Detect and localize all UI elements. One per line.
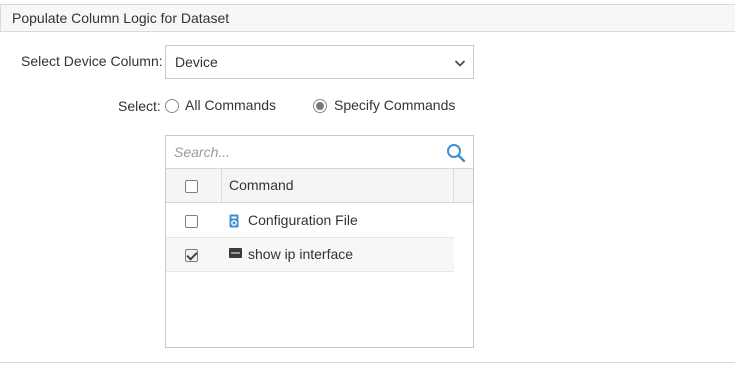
chevron-down-icon — [454, 60, 466, 67]
command-list-panel: Command Configuration File show ip inter… — [165, 135, 474, 348]
bottom-divider — [0, 362, 735, 363]
cli-icon — [229, 248, 242, 258]
search-icon[interactable] — [446, 143, 466, 163]
radio-specify-commands-label: Specify Commands — [334, 97, 456, 113]
panel-header: Populate Column Logic for Dataset — [0, 4, 735, 32]
radio-specify-commands[interactable]: Specify Commands — [313, 97, 463, 115]
device-column-value: Device — [175, 54, 218, 70]
panel-title: Populate Column Logic for Dataset — [12, 10, 230, 26]
radio-all-commands-label: All Commands — [185, 97, 277, 113]
configuration-file-icon — [229, 214, 239, 228]
radio-all-commands-button[interactable] — [165, 99, 179, 113]
command-row[interactable]: Configuration File — [166, 204, 454, 238]
row-checkbox[interactable] — [185, 215, 198, 228]
command-label: Configuration File — [248, 212, 358, 228]
grid-header: Command — [166, 169, 473, 203]
command-column-header[interactable]: Command — [229, 177, 294, 193]
radio-specify-commands-button[interactable] — [313, 99, 327, 113]
device-column-select[interactable]: Device — [165, 45, 474, 79]
command-label: show ip interface — [248, 246, 354, 262]
search-input[interactable] — [172, 141, 432, 163]
column-divider — [221, 169, 222, 202]
row-checkbox[interactable] — [185, 249, 198, 262]
device-column-label: Select Device Column: — [21, 53, 163, 69]
command-row[interactable]: show ip interface — [166, 238, 454, 272]
search-row — [166, 136, 473, 169]
radio-all-commands[interactable]: All Commands — [165, 97, 285, 115]
column-divider — [453, 169, 454, 202]
select-all-checkbox[interactable] — [185, 180, 198, 193]
select-mode-label: Select: — [118, 98, 161, 114]
